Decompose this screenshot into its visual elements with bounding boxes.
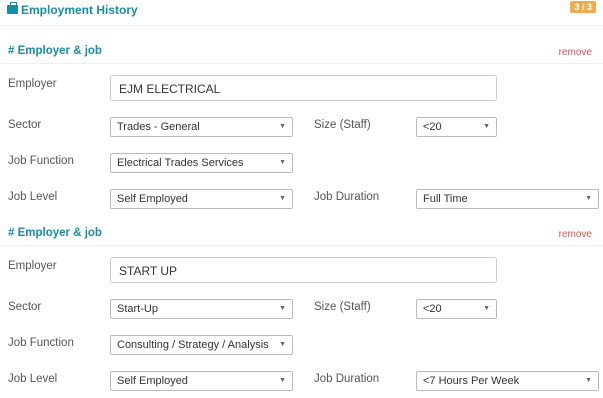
step-badge: 3 / 3	[570, 1, 596, 13]
section-title: # Employer & job	[8, 227, 102, 239]
dropdown-arrow-icon: ▼	[585, 195, 592, 202]
job-duration-label: Job Duration	[314, 373, 380, 385]
divider	[0, 25, 603, 26]
divider	[0, 245, 603, 246]
sector-select[interactable]: Trades - General ▼	[110, 117, 293, 137]
job-level-label: Job Level	[8, 373, 58, 385]
dropdown-arrow-icon: ▼	[279, 159, 286, 166]
size-label: Size (Staff)	[314, 301, 371, 313]
dropdown-arrow-icon: ▼	[483, 305, 490, 312]
employer-input[interactable]: EJM ELECTRICAL	[110, 75, 497, 101]
divider	[0, 63, 603, 64]
size-select[interactable]: <20 ▼	[416, 117, 497, 137]
job-section-header: # Employer & job remove	[0, 227, 603, 243]
sector-select-value: Trades - General	[117, 121, 200, 133]
dropdown-arrow-icon: ▼	[585, 377, 592, 384]
job-duration-select-value: <7 Hours Per Week	[423, 375, 520, 387]
employer-input[interactable]: START UP	[110, 257, 497, 283]
job-level-select-value: Self Employed	[117, 193, 188, 205]
dropdown-arrow-icon: ▼	[279, 305, 286, 312]
panel-title-text: Employment History	[21, 3, 138, 17]
dropdown-arrow-icon: ▼	[279, 195, 286, 202]
job-level-select-value: Self Employed	[117, 375, 188, 387]
dropdown-arrow-icon: ▼	[279, 123, 286, 130]
employer-label: Employer	[8, 260, 57, 272]
job-level-label: Job Level	[8, 191, 58, 203]
dropdown-arrow-icon: ▼	[483, 123, 490, 130]
job-function-label: Job Function	[8, 337, 74, 349]
job-section-header: # Employer & job remove	[0, 45, 603, 61]
job-function-select[interactable]: Electrical Trades Services ▼	[110, 153, 293, 173]
sector-select[interactable]: Start-Up ▼	[110, 299, 293, 319]
sector-label: Sector	[8, 301, 42, 313]
size-label: Size (Staff)	[314, 119, 371, 131]
job-function-select-value: Consulting / Strategy / Analysis	[117, 339, 269, 351]
employer-label: Employer	[8, 78, 57, 90]
dropdown-arrow-icon: ▼	[279, 377, 286, 384]
job-level-select[interactable]: Self Employed ▼	[110, 189, 293, 209]
sector-select-value: Start-Up	[117, 303, 158, 315]
panel-title: Employment History	[7, 2, 138, 17]
dropdown-arrow-icon: ▼	[279, 341, 286, 348]
panel-header: Employment History 3 / 3	[0, 0, 603, 22]
job-level-select[interactable]: Self Employed ▼	[110, 371, 293, 391]
job-duration-select-value: Full Time	[423, 193, 468, 205]
remove-link[interactable]: remove	[559, 229, 592, 240]
job-duration-label: Job Duration	[314, 191, 380, 203]
briefcase-icon	[7, 2, 18, 14]
job-function-select[interactable]: Consulting / Strategy / Analysis ▼	[110, 335, 293, 355]
sector-label: Sector	[8, 119, 42, 131]
size-select-value: <20	[423, 303, 442, 315]
job-function-label: Job Function	[8, 155, 74, 167]
remove-link[interactable]: remove	[559, 47, 592, 58]
size-select-value: <20	[423, 121, 442, 133]
size-select[interactable]: <20 ▼	[416, 299, 497, 319]
job-duration-select[interactable]: <7 Hours Per Week ▼	[416, 371, 599, 391]
job-duration-select[interactable]: Full Time ▼	[416, 189, 599, 209]
section-title: # Employer & job	[8, 45, 102, 57]
job-function-select-value: Electrical Trades Services	[117, 157, 244, 169]
